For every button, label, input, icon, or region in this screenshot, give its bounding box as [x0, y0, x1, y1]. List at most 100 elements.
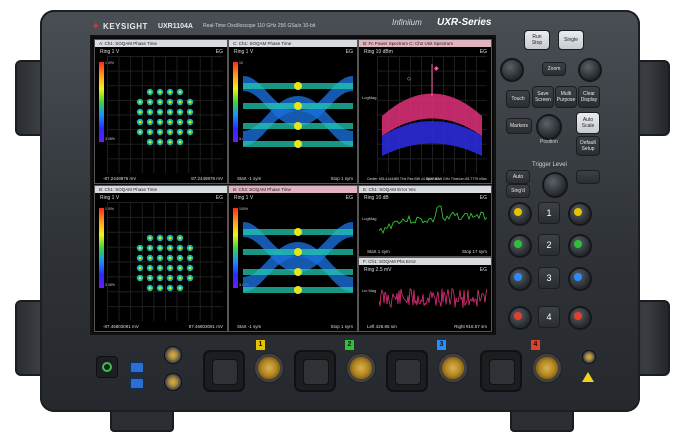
constellation-dot-core — [138, 276, 142, 280]
ch2-button[interactable]: 2 — [538, 234, 560, 256]
panel-eg: EG — [479, 195, 487, 201]
constellation-dot-core — [168, 140, 172, 144]
header-bar: ✦ KEYSIGHT UXR1104A Real-Time Oscillosco… — [92, 18, 492, 34]
constellation-dot-core — [168, 120, 172, 124]
single-button[interactable]: Single — [558, 30, 584, 50]
error-vector-panel-e[interactable]: E: Ch1: SOQAM Error Vec Ring 10 dB EG Lo… — [358, 185, 492, 257]
panel-foot-left: Start -1 sym — [237, 324, 262, 329]
constellation-dot-core — [178, 286, 182, 290]
trigger-menu-button[interactable] — [576, 170, 600, 184]
input-slot-3 — [386, 350, 428, 392]
panel-title: B: Ch1: SOQAM Phase Time — [95, 186, 227, 193]
display-screen[interactable]: A: Ch1: SOQAM Phase Time Ring 1 V EG 100… — [90, 35, 496, 335]
constellation-dot-core — [138, 256, 142, 260]
ch4-button[interactable]: 4 — [538, 306, 560, 328]
ch3-offset-led-icon — [574, 273, 582, 281]
panel-scale: Ring 10 dB — [364, 195, 389, 201]
constellation-dot-core — [158, 100, 162, 104]
usb-port-2-icon[interactable] — [130, 378, 144, 389]
ground-connector[interactable] — [582, 350, 596, 364]
panel-foot-right: Stop 17 sym — [461, 249, 487, 254]
markers-knob[interactable] — [536, 114, 562, 140]
constellation-dot-core — [148, 130, 152, 134]
constellation-dot-core — [178, 100, 182, 104]
constellation-panel-b[interactable]: B: Ch1: SOQAM Phase Time Ring 1 V EG 100… — [94, 185, 228, 332]
constellation-dot-core — [148, 100, 152, 104]
constellation-dot-core — [188, 256, 192, 260]
default-setup-button[interactable]: Default Setup — [576, 136, 600, 156]
constellation-dot-core — [178, 266, 182, 270]
horizontal-scale-knob[interactable] — [500, 58, 524, 82]
run-stop-button[interactable]: Run Stop — [524, 30, 550, 50]
clear-display-button[interactable]: Clear Display — [578, 86, 600, 108]
constellation-dot-core — [158, 140, 162, 144]
auto-scale-button[interactable]: Auto Scale — [576, 112, 600, 134]
series-name: UXR-Series — [437, 17, 492, 28]
color-scale-bar — [233, 208, 238, 288]
save-screen-button[interactable]: Save Screen — [532, 86, 554, 108]
ch2-offset-led-icon — [574, 240, 582, 248]
model-number: UXR1104A — [157, 22, 193, 30]
channel-4-connector[interactable] — [532, 353, 562, 383]
y-axis-label: Lin Mag — [362, 288, 377, 293]
aux-out-connector[interactable] — [164, 373, 182, 391]
channel-1-connector[interactable] — [254, 353, 284, 383]
channel-2-connector[interactable] — [346, 353, 376, 383]
constellation-dot-core — [148, 140, 152, 144]
color-scale-bar — [233, 62, 238, 142]
svg-text:◆: ◆ — [434, 66, 439, 72]
zoom-button[interactable]: Zoom — [542, 62, 566, 76]
input-slot-2 — [294, 350, 336, 392]
constellation-dot-core — [148, 246, 152, 250]
constellation-dot-core — [178, 140, 182, 144]
svg-text:◇: ◇ — [407, 76, 411, 82]
panel-eg: EG — [479, 267, 487, 273]
constellation-panel-a[interactable]: A: Ch1: SOQAM Phase Time Ring 1 V EG 100… — [94, 39, 228, 184]
y-axis-label: LogMag — [362, 95, 377, 100]
power-button[interactable] — [96, 356, 118, 378]
phase-error-panel-f[interactable]: F: Ch1: SOQAM Phs Error Ring 2.5 mV EG L… — [358, 257, 492, 332]
trigger-auto-button[interactable]: Auto — [506, 170, 530, 184]
touch-button[interactable]: Touch — [506, 90, 530, 108]
ch1-button[interactable]: 1 — [538, 202, 560, 224]
panel-title: E: Ch1: SOQAM Error Vec — [359, 186, 491, 193]
constellation-dot-core — [178, 236, 182, 240]
spectrum-panel-b[interactable]: B: Fc Power Spectrum C: Ch2 Unit Spectru… — [358, 39, 492, 184]
power-icon — [102, 362, 112, 372]
eye-diagram-panel-c[interactable]: C: Ch1: SOQAM Phase Time Ring 1 V EG 100… — [228, 39, 358, 184]
constellation-dot-core — [168, 130, 172, 134]
ch3-button[interactable]: 3 — [538, 267, 560, 289]
cal-out-connector[interactable] — [164, 346, 182, 364]
constellation-dot-core — [168, 266, 172, 270]
panel-eg: EG — [215, 195, 223, 201]
horizontal-position-knob[interactable] — [578, 58, 602, 82]
constellation-dot-core — [158, 130, 162, 134]
eye-diagram-panel-b[interactable]: B: Ch3: SOQAM Phase Time Ring 1 V EG 100… — [228, 185, 358, 332]
constellation-dot-core — [138, 130, 142, 134]
panel-foot-left: Start -1 sym — [237, 176, 262, 181]
panel-scale: Ring 2.5 mV — [364, 267, 392, 273]
trigger-level-knob[interactable] — [542, 172, 568, 198]
channel-3-tag: 3 — [437, 340, 446, 350]
constellation-dot-core — [158, 246, 162, 250]
panel-scale: Ring 1 V — [234, 195, 254, 201]
ch4-led-icon — [514, 312, 522, 320]
constellation-dot-core — [158, 110, 162, 114]
panel-foot-left: -87.46803091 mV — [103, 324, 139, 329]
channel-3-connector[interactable] — [438, 353, 468, 383]
panel-eg: EG — [215, 49, 223, 55]
constellation-dot-core — [168, 100, 172, 104]
constellation-dot-core — [148, 276, 152, 280]
usb-port-1-icon[interactable] — [130, 362, 144, 373]
constellation-dot-core — [178, 110, 182, 114]
constellation-dot-core — [148, 236, 152, 240]
panel-title: F: Ch1: SOQAM Phs Error — [359, 258, 491, 265]
panel-title: B: Ch3: SOQAM Phase Time — [229, 186, 357, 193]
multi-purpose-button[interactable]: Multi Purpose — [555, 86, 577, 108]
markers-button[interactable]: Markers — [506, 118, 532, 134]
constellation-dot-core — [168, 276, 172, 280]
panel-foot-left: Left 426.65 sm — [367, 324, 397, 329]
eye-diagram-plot — [243, 222, 353, 294]
ch1-led-icon — [514, 208, 522, 216]
trigger-singled-button[interactable]: Sing'd — [506, 184, 530, 198]
